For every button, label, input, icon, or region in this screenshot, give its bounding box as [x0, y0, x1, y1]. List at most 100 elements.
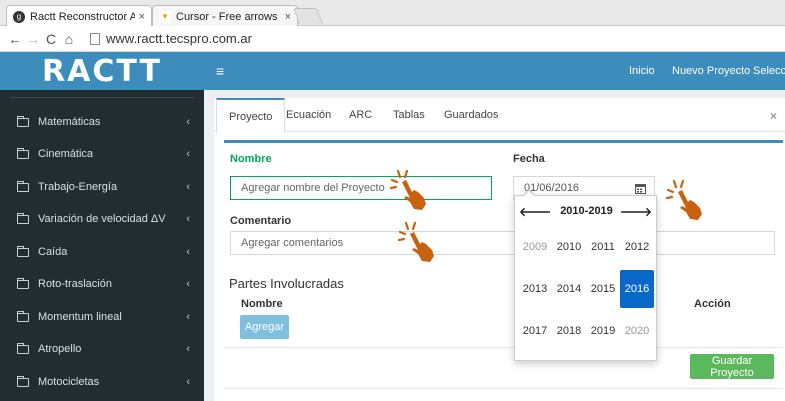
chevron-left-icon: ‹ [186, 213, 190, 225]
calendar-icon [635, 183, 646, 194]
browser-tab-ractt[interactable]: g Ractt Reconstructor Analí × [6, 5, 152, 27]
folder-icon [17, 212, 29, 224]
sidebar-item-label: Variación de velocidad ΔV [38, 213, 166, 225]
year-datepicker: 🡐 2010-2019 🡒 2009 2010 2011 2012 2013 2014 20… [514, 189, 657, 361]
sidebar-item-label: Motocicletas [38, 376, 100, 388]
address-bar: ← → C ⌂ www.ractt.tecspro.com.ar [0, 26, 785, 52]
sidebar-item-trabajo-energia[interactable]: Trabajo-Energía ‹ [0, 171, 204, 203]
hand-pointer-icon [389, 169, 426, 210]
sidebar-item-label: Cinemática [38, 148, 94, 160]
sidebar-item-label: Caída [38, 246, 68, 258]
divider [224, 347, 783, 348]
col-nombre-header: Nombre [241, 298, 283, 310]
reload-icon[interactable]: C [42, 31, 60, 47]
section-divider [224, 140, 783, 143]
close-icon[interactable]: × [770, 109, 777, 123]
chevron-left-icon: ‹ [186, 246, 190, 258]
chevron-left-icon: ‹ [186, 311, 190, 323]
hand-pointer-icon [665, 179, 702, 220]
top-navbar: ≡ Inicio Nuevo Proyecto Seleccio [204, 52, 785, 90]
year-cell-2020[interactable]: 2020 [620, 312, 654, 350]
forward-icon[interactable]: → [24, 31, 42, 47]
nombre-label: Nombre [230, 153, 272, 165]
nav-seleccionar[interactable]: Seleccio [753, 65, 785, 77]
year-cell-2010[interactable]: 2010 [552, 228, 586, 266]
home-icon[interactable]: ⌂ [60, 31, 78, 47]
browser-tab-label: Ractt Reconstructor Analí [30, 10, 135, 23]
new-tab-button[interactable] [293, 8, 323, 24]
sidebar-item-momentum-lineal[interactable]: Momentum lineal ‹ [0, 301, 204, 333]
favicon-icon: ▼ [159, 10, 171, 23]
folder-icon [17, 147, 29, 159]
close-icon[interactable]: × [139, 11, 145, 23]
tab-bar: Proyecto Ecuación ARC Tablas Guardados × [214, 98, 785, 133]
close-icon[interactable]: × [285, 11, 291, 23]
chevron-left-icon: ‹ [186, 343, 190, 355]
sidebar-item-matematicas[interactable]: Matemáticas ‹ [0, 106, 204, 138]
sidebar-item-caida[interactable]: Caída ‹ [0, 236, 204, 268]
comentario-label: Comentario [230, 215, 292, 227]
nav-nuevo-proyecto[interactable]: Nuevo Proyecto [672, 65, 750, 77]
divider [224, 388, 783, 389]
menu-toggle-icon[interactable]: ≡ [216, 63, 224, 79]
chevron-left-icon: ‹ [186, 376, 190, 388]
sidebar-item-motocicletas[interactable]: Motocicletas ‹ [0, 366, 204, 398]
hand-pointer-icon [397, 221, 434, 262]
content-area: Proyecto Ecuación ARC Tablas Guardados ×… [204, 90, 785, 401]
folder-icon [17, 277, 29, 289]
browser-tab-bar: g Ractt Reconstructor Analí × ▼ Cursor -… [0, 0, 785, 27]
url-text: www.ractt.tecspro.com.ar [106, 31, 252, 46]
folder-icon [17, 180, 29, 192]
browser-tab-cursor[interactable]: ▼ Cursor - Free arrows icons × [152, 5, 298, 27]
tab-ecuacion[interactable]: Ecuación [274, 98, 343, 132]
url-field[interactable]: www.ractt.tecspro.com.ar [90, 31, 252, 46]
year-cell-2012[interactable]: 2012 [620, 228, 654, 266]
folder-icon [17, 245, 29, 257]
comentario-input[interactable] [230, 231, 775, 255]
year-cell-2014[interactable]: 2014 [552, 270, 586, 308]
browser-tab-label: Cursor - Free arrows icons [176, 10, 281, 23]
year-cell-2018[interactable]: 2018 [552, 312, 586, 350]
nombre-input[interactable] [230, 176, 492, 200]
arrow-right-icon[interactable]: 🡒 [620, 204, 652, 219]
year-cell-2009[interactable]: 2009 [518, 228, 552, 266]
tab-guardados[interactable]: Guardados [432, 98, 510, 132]
project-panel: Proyecto Ecuación ARC Tablas Guardados ×… [214, 98, 785, 401]
sidebar-item-label: Momentum lineal [38, 311, 122, 323]
folder-icon [17, 342, 29, 354]
logo: RACTT [42, 53, 162, 89]
year-cell-2019[interactable]: 2019 [586, 312, 620, 350]
agregar-button[interactable]: Agregar [240, 315, 289, 339]
col-accion-header: Acción [694, 298, 731, 310]
chevron-left-icon: ‹ [186, 278, 190, 290]
sidebar-item-label: Atropello [38, 343, 82, 355]
chevron-left-icon: ‹ [186, 148, 190, 160]
back-icon[interactable]: ← [6, 31, 24, 47]
sidebar-item-roto-traslacion[interactable]: Roto-traslación ‹ [0, 268, 204, 300]
fecha-label: Fecha [513, 153, 545, 165]
sidebar-item-atropello[interactable]: Atropello ‹ [0, 333, 204, 365]
folder-icon [17, 375, 29, 387]
favicon-icon: g [13, 10, 25, 23]
logo-area[interactable]: RACTT [0, 52, 204, 90]
folder-icon [17, 310, 29, 322]
sidebar-item-variacion-velocidad[interactable]: Variación de velocidad ΔV ‹ [0, 203, 204, 235]
year-cell-2015[interactable]: 2015 [586, 270, 620, 308]
sidebar-divider [10, 97, 194, 98]
year-cell-2017[interactable]: 2017 [518, 312, 552, 350]
guardar-proyecto-button[interactable]: Guardar Proyecto [690, 354, 774, 379]
folder-icon [17, 115, 29, 127]
sidebar-item-label: Roto-traslación [38, 278, 112, 290]
tab-arc[interactable]: ARC [337, 98, 384, 132]
page-icon [90, 32, 100, 45]
sidebar-item-label: Matemáticas [38, 116, 101, 128]
year-cell-2013[interactable]: 2013 [518, 270, 552, 308]
partes-title: Partes Involucradas [229, 276, 344, 291]
sidebar: Matemáticas ‹ Cinemática ‹ Trabajo-Energía… [0, 90, 204, 401]
year-cell-2016[interactable]: 2016 [620, 270, 654, 308]
year-cell-2011[interactable]: 2011 [586, 228, 620, 266]
tab-tablas[interactable]: Tablas [381, 98, 437, 132]
nav-inicio[interactable]: Inicio [629, 65, 655, 77]
sidebar-item-label: Trabajo-Energía [38, 181, 118, 193]
sidebar-item-cinematica[interactable]: Cinemática ‹ [0, 138, 204, 170]
